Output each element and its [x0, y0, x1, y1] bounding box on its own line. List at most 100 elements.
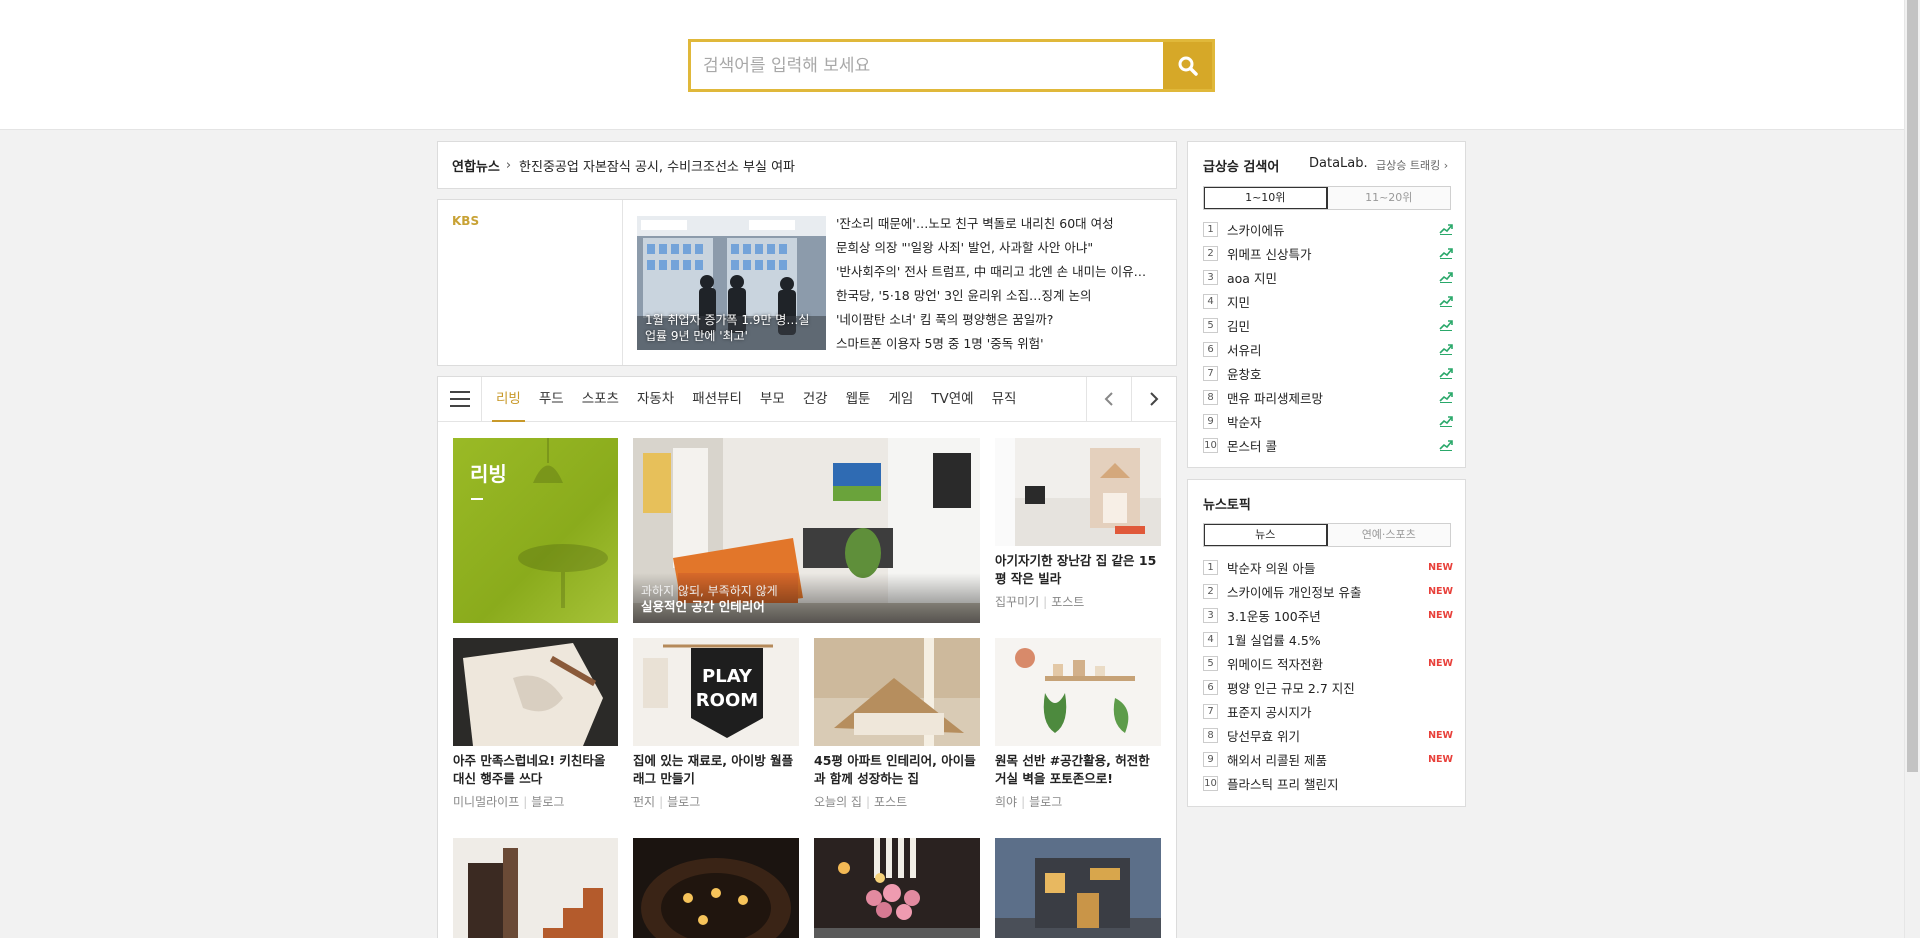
- tab-music[interactable]: 뮤직: [983, 377, 1026, 421]
- news-ticker[interactable]: 연합뉴스 › 한진중공업 자본잠식 공시, 수비크조선소 부실 여파: [437, 141, 1177, 189]
- datalab-tracking-link[interactable]: 급상승 트래킹 ›: [1376, 157, 1448, 173]
- card-title[interactable]: 원목 선반 #공간활용, 허전한 거실 벽을 포토존으로!: [995, 752, 1163, 788]
- search-term[interactable]: 위메프 신상특가: [1227, 244, 1439, 263]
- list-item[interactable]: 한국당, '5·18 망언' 3인 윤리위 소집…징계 논의: [836, 284, 1166, 308]
- ticker-headline[interactable]: 한진중공업 자본잠식 공시, 수비크조선소 부실 여파: [519, 156, 795, 175]
- list-item[interactable]: 7 윤창호: [1203, 361, 1453, 385]
- tab-parents[interactable]: 부모: [751, 377, 794, 421]
- card-title[interactable]: 45평 아파트 인테리어, 아이들과 함께 성장하는 집: [814, 752, 982, 788]
- card-thumbnail[interactable]: [453, 838, 618, 938]
- ticker-source[interactable]: 연합뉴스: [452, 156, 500, 175]
- search-term[interactable]: 맨유 파리생제르망: [1227, 388, 1439, 407]
- tab-sports[interactable]: 스포츠: [573, 377, 628, 421]
- card-source[interactable]: 집꾸미기: [995, 595, 1039, 609]
- kbs-brand[interactable]: KBS: [452, 214, 479, 228]
- card-thumbnail[interactable]: [633, 838, 799, 938]
- card-source[interactable]: 펀지: [633, 795, 655, 809]
- list-item[interactable]: 10 플라스틱 프리 챌린지: [1203, 771, 1453, 795]
- card-thumbnail[interactable]: [995, 638, 1161, 746]
- tab-prev-button[interactable]: [1086, 377, 1131, 421]
- tab-fashion-beauty[interactable]: 패션뷰티: [683, 377, 751, 421]
- topic-term[interactable]: 스카이에듀 개인정보 유출: [1227, 582, 1428, 601]
- topic-term[interactable]: 해외서 리콜된 제품: [1227, 750, 1428, 769]
- list-item[interactable]: 6 평양 인근 규모 2.7 지진: [1203, 675, 1453, 699]
- tab-news[interactable]: 뉴스: [1204, 524, 1328, 546]
- card-source[interactable]: 미니멀라이프: [453, 795, 519, 809]
- tab-tv-entertainment[interactable]: TV연예: [922, 377, 982, 421]
- list-item[interactable]: 1 스카이에듀: [1203, 217, 1453, 241]
- search-button[interactable]: [1163, 42, 1212, 89]
- search-term[interactable]: 박순자: [1227, 412, 1439, 431]
- list-item[interactable]: 9 박순자: [1203, 409, 1453, 433]
- topic-term[interactable]: 박순자 의원 아들: [1227, 558, 1428, 577]
- list-item[interactable]: 문희상 의장 "'일왕 사죄' 발언, 사과할 사안 아냐": [836, 236, 1166, 260]
- list-item[interactable]: 3 3.1운동 100주년 NEW: [1203, 603, 1453, 627]
- topic-term[interactable]: 3.1운동 100주년: [1227, 606, 1428, 625]
- list-item[interactable]: 5 위메이드 적자전환 NEW: [1203, 651, 1453, 675]
- datalab-link[interactable]: DataLab.: [1309, 156, 1368, 171]
- list-item[interactable]: 9 해외서 리콜된 제품 NEW: [1203, 747, 1453, 771]
- search-term[interactable]: 김민: [1227, 316, 1439, 335]
- card-title[interactable]: 아기자기한 장난감 집 같은 15평 작은 빌라: [995, 552, 1163, 588]
- topic-term[interactable]: 당선무효 위기: [1227, 726, 1428, 745]
- topic-term[interactable]: 표준지 공시지가: [1227, 702, 1453, 721]
- list-item[interactable]: 7 표준지 공시지가: [1203, 699, 1453, 723]
- search-input[interactable]: [691, 42, 1163, 89]
- tab-rank-1-10[interactable]: 1~10위: [1204, 187, 1328, 209]
- scrollbar-thumb[interactable]: [1907, 0, 1918, 772]
- list-item[interactable]: 4 지민: [1203, 289, 1453, 313]
- list-item[interactable]: '반사회주의' 전사 트럼프, 中 때리고 北엔 손 내미는 이유…: [836, 260, 1166, 284]
- list-item[interactable]: 1 박순자 의원 아들 NEW: [1203, 555, 1453, 579]
- card-source[interactable]: 희야: [995, 795, 1017, 809]
- search-term[interactable]: 몬스터 콜: [1227, 436, 1439, 455]
- featured-card[interactable]: 과하지 않되, 부족하지 않게 실용적인 공간 인테리어: [633, 438, 980, 623]
- search-term[interactable]: 윤창호: [1227, 364, 1439, 383]
- search-term[interactable]: aoa 지민: [1227, 268, 1439, 287]
- tab-auto[interactable]: 자동차: [628, 377, 683, 421]
- search-term[interactable]: 서유리: [1227, 340, 1439, 359]
- menu-button[interactable]: [438, 377, 482, 421]
- page-scrollbar[interactable]: [1904, 0, 1920, 938]
- list-item[interactable]: 4 1월 실업률 4.5%: [1203, 627, 1453, 651]
- search-term[interactable]: 지민: [1227, 292, 1439, 311]
- list-item[interactable]: '잔소리 때문에'…노모 친구 벽돌로 내리친 60대 여성: [836, 212, 1166, 236]
- tab-game[interactable]: 게임: [879, 377, 922, 421]
- search-term[interactable]: 스카이에듀: [1227, 220, 1439, 239]
- datalab-tracking-label: 급상승 트래킹: [1376, 159, 1441, 172]
- list-item[interactable]: 2 스카이에듀 개인정보 유출 NEW: [1203, 579, 1453, 603]
- topic-term[interactable]: 위메이드 적자전환: [1227, 654, 1428, 673]
- trend-up-icon: [1439, 344, 1453, 355]
- list-item[interactable]: 10 몬스터 콜: [1203, 433, 1453, 457]
- chevron-right-icon: ›: [1443, 159, 1449, 172]
- card-title[interactable]: 아주 만족스럽네요! 키친타올 대신 행주를 쓰다: [453, 752, 621, 788]
- topic-term[interactable]: 평양 인근 규모 2.7 지진: [1227, 678, 1453, 697]
- card-thumbnail[interactable]: [995, 438, 1161, 546]
- card-thumbnail[interactable]: [814, 838, 980, 938]
- tab-rank-11-20[interactable]: 11~20위: [1327, 187, 1450, 209]
- topic-term[interactable]: 플라스틱 프리 챌린지: [1227, 774, 1453, 793]
- list-item[interactable]: 2 위메프 신상특가: [1203, 241, 1453, 265]
- card-source[interactable]: 오늘의 집: [814, 795, 862, 809]
- tab-webtoon[interactable]: 웹툰: [837, 377, 880, 421]
- card-thumbnail[interactable]: [995, 838, 1161, 938]
- tab-next-button[interactable]: [1131, 377, 1176, 421]
- card-thumbnail[interactable]: PLAY ROOM: [633, 638, 799, 746]
- card-title[interactable]: 집에 있는 재료로, 아이방 월플래그 만들기: [633, 752, 801, 788]
- topic-term[interactable]: 1월 실업률 4.5%: [1227, 630, 1453, 649]
- list-item[interactable]: 6 서유리: [1203, 337, 1453, 361]
- list-item[interactable]: 스마트폰 이용자 5명 중 1명 '중독 위험': [836, 332, 1166, 356]
- list-item[interactable]: 5 김민: [1203, 313, 1453, 337]
- tab-health[interactable]: 건강: [794, 377, 837, 421]
- kbs-thumbnail[interactable]: 1월 취업자 증가폭 1.9만 명…실업률 9년 만에 '최고': [637, 216, 826, 350]
- tab-food[interactable]: 푸드: [530, 377, 573, 421]
- list-item[interactable]: 3 aoa 지민: [1203, 265, 1453, 289]
- tab-living[interactable]: 리빙: [487, 377, 530, 422]
- living-category-tile[interactable]: 리빙: [453, 438, 618, 623]
- card-thumbnail[interactable]: [814, 638, 980, 746]
- list-item[interactable]: '네이팜탄 소녀' 킴 푹의 평양행은 꿈일까?: [836, 308, 1166, 332]
- list-item[interactable]: 8 당선무효 위기 NEW: [1203, 723, 1453, 747]
- card-thumbnail[interactable]: [453, 638, 618, 746]
- tab-entertainment-sports[interactable]: 연예·스포츠: [1327, 524, 1450, 546]
- list-item[interactable]: 8 맨유 파리생제르망: [1203, 385, 1453, 409]
- candle-bowl-photo: [633, 838, 799, 938]
